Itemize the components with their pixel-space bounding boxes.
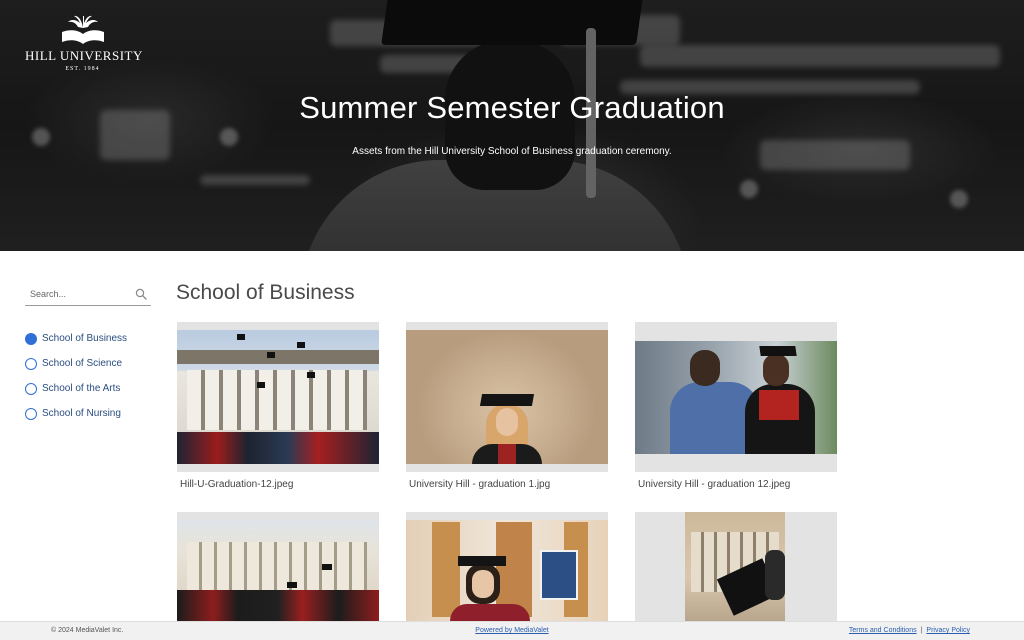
asset-thumbnail[interactable] xyxy=(177,512,379,621)
asset-thumbnail[interactable] xyxy=(406,512,608,621)
hero-banner: HILL UNIVERSITY EST. 1984 Summer Semeste… xyxy=(0,0,1024,251)
divider: | xyxy=(920,627,923,634)
asset-card[interactable]: University Hill - graduation 12.jpeg xyxy=(635,322,837,490)
logo-wordmark: HILL UNIVERSITY xyxy=(25,48,143,63)
privacy-link[interactable]: Privacy Policy xyxy=(926,627,970,634)
category-school-of-nursing[interactable]: School of Nursing xyxy=(25,401,127,426)
terms-link[interactable]: Terms and Conditions xyxy=(849,627,917,634)
section-title: School of Business xyxy=(176,281,355,304)
category-school-of-business[interactable]: School of Business xyxy=(25,326,127,351)
page-subtitle: Assets from the Hill University School o… xyxy=(352,146,672,157)
category-label: School of Nursing xyxy=(42,408,121,419)
asset-card[interactable]: Hill-U-Graduation-12.jpeg xyxy=(177,322,379,490)
search-icon[interactable] xyxy=(135,288,147,300)
asset-filename[interactable]: Hill-U-Graduation-12.jpeg xyxy=(177,479,379,490)
search-box xyxy=(25,284,151,306)
radio-selected-icon[interactable] xyxy=(25,332,37,345)
asset-filename[interactable]: University Hill - graduation 12.jpeg xyxy=(635,479,837,490)
asset-card[interactable]: University Hill - graduation 1.jpg xyxy=(406,322,608,490)
powered-by-link[interactable]: Powered by MediaValet xyxy=(475,627,548,634)
asset-card[interactable] xyxy=(635,512,837,621)
footer: © 2024 MediaValet Inc. Powered by MediaV… xyxy=(0,621,1024,640)
category-label: School of Science xyxy=(42,358,123,369)
category-school-of-science[interactable]: School of Science xyxy=(25,351,127,376)
asset-thumbnail[interactable] xyxy=(406,322,608,472)
asset-thumbnail[interactable] xyxy=(177,322,379,472)
footer-links: Terms and Conditions | Privacy Policy xyxy=(849,627,970,634)
asset-thumbnail[interactable] xyxy=(635,322,837,472)
radio-icon[interactable] xyxy=(25,357,37,370)
open-book-tree-icon xyxy=(61,15,104,44)
category-filter-list: School of Business School of Science Sch… xyxy=(25,326,127,426)
asset-card[interactable] xyxy=(406,512,608,621)
university-logo[interactable]: HILL UNIVERSITY EST. 1984 xyxy=(25,14,143,72)
logo-established: EST. 1984 xyxy=(65,66,100,72)
asset-thumbnail[interactable] xyxy=(635,512,837,621)
search-input[interactable] xyxy=(25,284,125,304)
asset-card[interactable] xyxy=(177,512,379,621)
radio-icon[interactable] xyxy=(25,382,37,395)
radio-icon[interactable] xyxy=(25,407,37,420)
category-label: School of the Arts xyxy=(42,383,121,394)
page-title: Summer Semester Graduation xyxy=(299,90,725,125)
category-school-of-the-arts[interactable]: School of the Arts xyxy=(25,376,127,401)
category-label: School of Business xyxy=(42,333,128,344)
asset-filename[interactable]: University Hill - graduation 1.jpg xyxy=(406,479,608,490)
